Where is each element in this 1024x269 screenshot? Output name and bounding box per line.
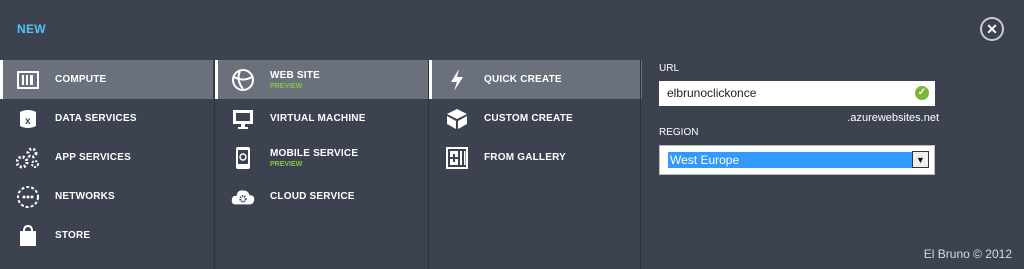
check-icon: ✓ [915, 86, 929, 100]
item-mobile-service[interactable]: MOBILE SERVICE PREVIEW [215, 138, 428, 177]
category-label: APP SERVICES [55, 152, 131, 163]
preview-badge: PREVIEW [270, 160, 303, 168]
item-label: MOBILE SERVICE [270, 147, 359, 159]
url-label: URL [659, 63, 680, 74]
data-services-icon: x [16, 107, 40, 131]
url-input[interactable]: elbrunoclickonce ✓ [659, 81, 935, 106]
app-services-icon [16, 146, 40, 170]
category-label: DATA SERVICES [55, 113, 137, 124]
store-icon [16, 224, 40, 248]
region-value: West Europe [668, 152, 912, 168]
item-label: VIRTUAL MACHINE [270, 113, 366, 124]
item-label: CLOUD SERVICE [270, 191, 355, 202]
url-value: elbrunoclickonce [667, 86, 757, 100]
column-divider [640, 60, 641, 269]
region-select[interactable]: West Europe ▼ [659, 145, 935, 175]
url-suffix: .azurewebsites.net [847, 112, 939, 124]
region-label: REGION [659, 127, 699, 138]
chevron-down-icon[interactable]: ▼ [912, 151, 929, 168]
option-label: QUICK CREATE [484, 74, 562, 85]
close-button[interactable]: ✕ [980, 17, 1004, 41]
preview-badge: PREVIEW [270, 82, 303, 90]
option-label: CUSTOM CREATE [484, 113, 573, 124]
compute-item-list: WEB SITE PREVIEW VIRTUAL MACHINE MOBILE … [214, 60, 428, 269]
option-from-gallery[interactable]: FROM GALLERY [429, 138, 642, 177]
cloud-gear-icon [231, 185, 255, 209]
category-data-services[interactable]: x DATA SERVICES [0, 99, 213, 138]
item-virtual-machine[interactable]: VIRTUAL MACHINE [215, 99, 428, 138]
category-networks[interactable]: NETWORKS [0, 177, 213, 216]
monitor-icon [231, 107, 255, 131]
lightning-icon [445, 68, 469, 92]
close-icon: ✕ [986, 20, 998, 37]
cube-icon [445, 107, 469, 131]
option-quick-create[interactable]: QUICK CREATE [429, 60, 642, 99]
item-cloud-service[interactable]: CLOUD SERVICE [215, 177, 428, 216]
compute-icon [16, 68, 40, 92]
page-title: NEW [17, 22, 46, 36]
option-custom-create[interactable]: CUSTOM CREATE [429, 99, 642, 138]
globe-icon [231, 68, 255, 92]
svg-text:x: x [25, 116, 31, 127]
category-label: NETWORKS [55, 191, 115, 202]
category-list: COMPUTE x DATA SERVICES APP SERVICES NET… [0, 60, 213, 269]
quick-create-form: URL elbrunoclickonce ✓ .azurewebsites.ne… [659, 60, 939, 175]
category-app-services[interactable]: APP SERVICES [0, 138, 213, 177]
create-option-list: QUICK CREATE CUSTOM CREATE FROM GALLERY [428, 60, 642, 269]
category-compute[interactable]: COMPUTE [0, 60, 213, 99]
category-label: COMPUTE [55, 74, 107, 85]
category-label: STORE [55, 230, 91, 241]
category-store[interactable]: STORE [0, 216, 213, 255]
option-label: FROM GALLERY [484, 152, 567, 163]
networks-icon [16, 185, 40, 209]
item-label: WEB SITE [270, 69, 320, 81]
item-web-site[interactable]: WEB SITE PREVIEW [215, 60, 428, 99]
gallery-icon [445, 146, 469, 170]
watermark: El Bruno © 2012 [923, 247, 1012, 261]
mobile-icon [231, 146, 255, 170]
